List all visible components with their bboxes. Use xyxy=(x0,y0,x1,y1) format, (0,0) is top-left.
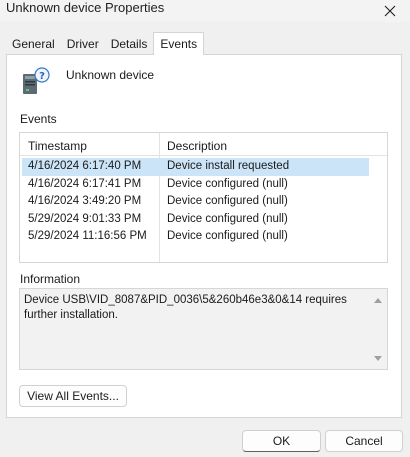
row-timestamp: 4/16/2024 6:17:40 PM xyxy=(28,160,142,172)
table-row[interactable]: 5/29/2024 11:16:56 PM Device configured … xyxy=(22,228,369,246)
row-timestamp: 4/16/2024 6:17:41 PM xyxy=(28,177,142,190)
tab-strip: General Driver Details Events xyxy=(6,32,205,55)
information-text: Device USB\VID_8087&PID_0036\5&260b46e3&… xyxy=(24,294,347,321)
row-timestamp: 4/16/2024 3:49:20 PM xyxy=(28,195,142,207)
information-section-label: Information xyxy=(20,272,81,286)
row-timestamp: 5/29/2024 9:01:33 PM xyxy=(28,212,142,225)
row-timestamp: 5/29/2024 11:16:56 PM xyxy=(28,230,147,242)
column-header-timestamp[interactable]: Timestamp xyxy=(28,139,87,153)
row-description: Device configured (null) xyxy=(167,212,288,225)
title-bar: Unknown device Properties xyxy=(0,0,410,22)
row-description: Device install requested xyxy=(167,160,290,172)
events-section-label: Events xyxy=(20,112,57,126)
tab-events[interactable]: Events xyxy=(153,32,205,55)
events-rows: 4/16/2024 6:17:40 PM Device install requ… xyxy=(20,158,387,246)
unknown-device-icon: ? xyxy=(19,66,51,99)
column-header-description[interactable]: Description xyxy=(167,139,227,153)
device-name: Unknown device xyxy=(66,68,155,82)
table-row[interactable]: 4/16/2024 3:49:20 PM Device configured (… xyxy=(22,193,369,211)
tab-driver[interactable]: Driver xyxy=(61,34,105,54)
tab-details[interactable]: Details xyxy=(105,34,154,54)
close-button[interactable] xyxy=(370,0,410,22)
svg-text:?: ? xyxy=(39,71,45,82)
table-row[interactable]: 4/16/2024 6:17:40 PM Device install requ… xyxy=(22,158,369,176)
table-row[interactable]: 5/29/2024 9:01:33 PM Device configured (… xyxy=(22,211,369,229)
information-textbox[interactable]: Device USB\VID_8087&PID_0036\5&260b46e3&… xyxy=(19,288,388,370)
row-description: Device configured (null) xyxy=(167,195,288,207)
row-description: Device configured (null) xyxy=(167,230,288,242)
header-divider xyxy=(20,155,387,156)
ok-button[interactable]: OK xyxy=(242,430,321,452)
table-row[interactable]: 4/16/2024 6:17:41 PM Device configured (… xyxy=(22,176,369,194)
close-icon xyxy=(384,5,396,17)
view-all-events-button[interactable]: View All Events... xyxy=(19,385,127,407)
events-table[interactable]: Timestamp Description 4/16/2024 6:17:40 … xyxy=(19,132,388,263)
scroll-up-arrow-icon[interactable] xyxy=(374,297,382,303)
scroll-down-arrow-icon[interactable] xyxy=(374,356,382,362)
row-description: Device configured (null) xyxy=(167,177,288,190)
cancel-button[interactable]: Cancel xyxy=(325,430,403,452)
tab-general[interactable]: General xyxy=(6,34,61,54)
window-title: Unknown device Properties xyxy=(6,0,165,15)
